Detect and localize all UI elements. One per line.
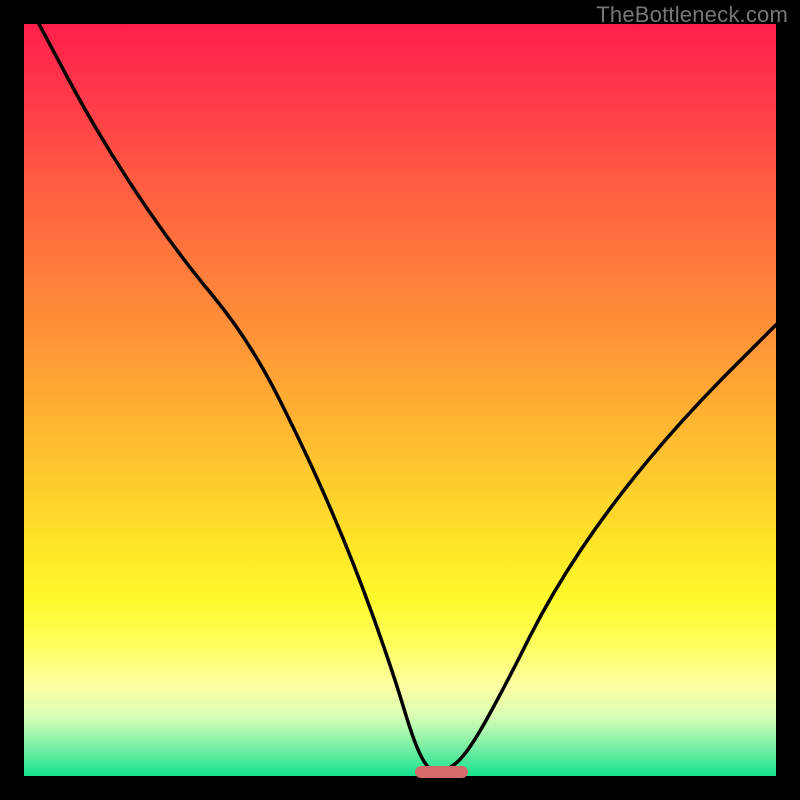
minimum-marker <box>415 766 468 778</box>
plot-area <box>24 24 776 776</box>
bottleneck-curve <box>24 24 776 776</box>
chart-frame: TheBottleneck.com <box>0 0 800 800</box>
curve-path <box>39 24 776 772</box>
